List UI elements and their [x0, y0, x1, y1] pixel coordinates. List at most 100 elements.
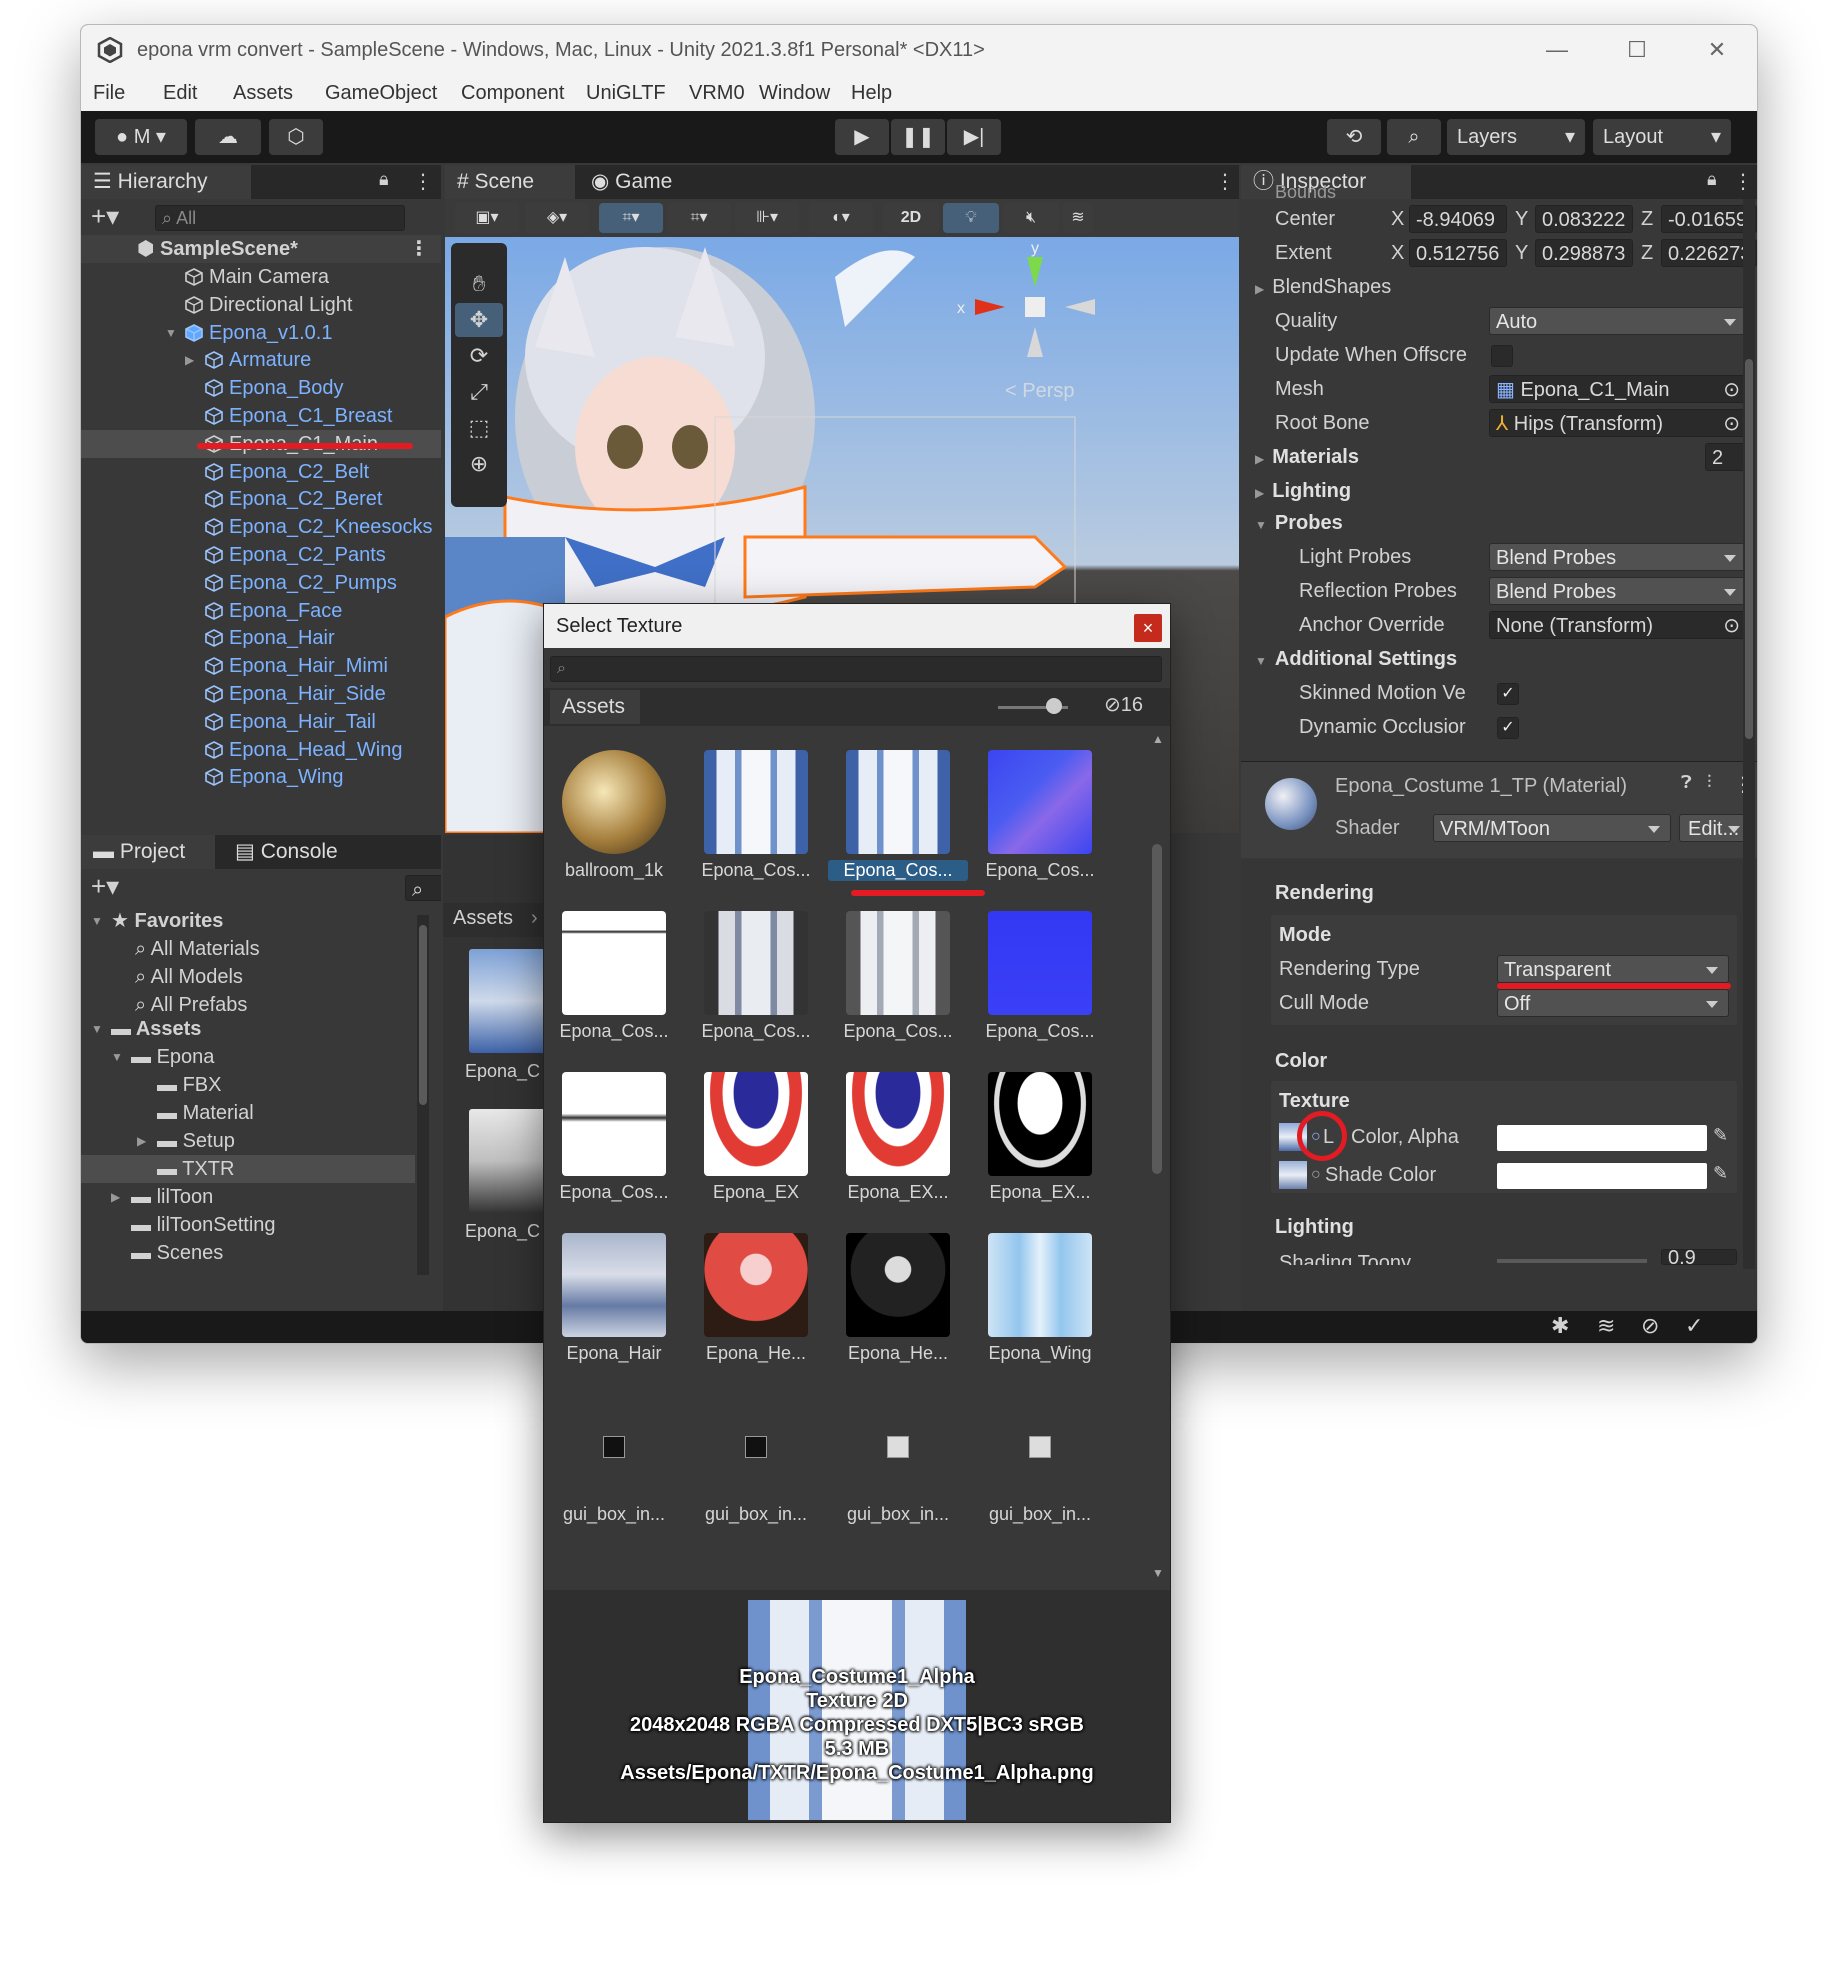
expand-down-icon[interactable]: ▼ — [111, 1043, 123, 1071]
more-icon[interactable]: ⋮ — [413, 169, 433, 194]
cache-icon[interactable]: ≋ — [1597, 1313, 1615, 1339]
maximize-button[interactable]: ☐ — [1597, 25, 1677, 75]
project-folder[interactable]: ▬ lilToonSetting — [81, 1211, 415, 1239]
probes-foldout[interactable]: Probes — [1255, 509, 1343, 537]
tab-game[interactable]: ◉ Game — [579, 165, 699, 199]
texture-thumbnail[interactable] — [562, 750, 666, 854]
favorite-item[interactable]: ⌕ All Models — [81, 963, 415, 991]
network-icon[interactable]: ⊘ — [1641, 1313, 1659, 1339]
reflection-probes-dropdown[interactable]: Blend Probes — [1489, 577, 1747, 605]
menu-edit[interactable]: Edit — [163, 75, 197, 111]
favorites-foldout[interactable]: ▼ ★ Favorites — [81, 907, 415, 935]
update-offscreen-checkbox[interactable] — [1491, 345, 1513, 367]
shader-edit-button[interactable]: Edit... — [1679, 814, 1751, 842]
scrollbar-thumb[interactable] — [419, 925, 427, 1105]
project-folder[interactable]: ▬ Material — [81, 1099, 415, 1127]
search-button[interactable]: ⌕ — [1387, 119, 1441, 155]
texture-label[interactable]: Epona_Wing — [970, 1343, 1110, 1364]
scene-root[interactable]: ⬢ SampleScene* ⋮ — [81, 235, 441, 263]
extent-y-field[interactable]: 0.298873 — [1535, 239, 1633, 267]
lit-color-swatch[interactable] — [1497, 1125, 1707, 1151]
lighting-foldout[interactable]: Lighting — [1255, 477, 1351, 505]
render-mode-button[interactable]: ◈▾ — [525, 203, 589, 233]
light-probes-dropdown[interactable]: Blend Probes — [1489, 543, 1747, 571]
expand-right-icon[interactable]: ▶ — [185, 346, 194, 374]
hidden-count[interactable]: ⊘16 — [1104, 692, 1143, 717]
root-bone-field[interactable]: ⅄ Hips (Transform) ⊙ — [1489, 409, 1747, 437]
texture-thumbnail[interactable] — [988, 1072, 1092, 1176]
hierarchy-item[interactable]: Epona_C1_Breast — [81, 402, 441, 430]
project-tree-scrollbar[interactable] — [417, 915, 429, 1275]
texture-search-input[interactable]: ⌕ — [550, 656, 1162, 682]
object-picker-icon[interactable]: ⊙ — [1723, 612, 1740, 638]
shade-texture-thumb[interactable] — [1279, 1161, 1307, 1189]
object-picker-icon[interactable]: ⊙ — [1723, 376, 1740, 402]
texture-thumbnail[interactable] — [846, 911, 950, 1015]
help-icon[interactable]: ❓︎ — [1681, 772, 1692, 793]
menu-component[interactable]: Component — [461, 75, 564, 111]
texture-thumbnail[interactable] — [846, 750, 950, 854]
hierarchy-search-input[interactable]: ⌕ All — [155, 205, 405, 231]
inspector-scrollbar[interactable] — [1743, 199, 1755, 1269]
hierarchy-item[interactable]: Epona_C2_Pumps — [81, 569, 441, 597]
history-button[interactable]: ⟲ — [1327, 119, 1381, 155]
texture-label[interactable]: Epona_EX... — [970, 1182, 1110, 1203]
expand-down-icon[interactable]: ▼ — [165, 319, 177, 347]
menu-unigltf[interactable]: UniGLTF — [586, 75, 666, 111]
shading-toony-field[interactable]: 0.9 — [1661, 1249, 1737, 1265]
scrollbar-thumb[interactable] — [1152, 844, 1162, 1174]
expand-down-icon[interactable]: ▼ — [91, 1015, 103, 1043]
extent-x-field[interactable]: 0.512756 — [1409, 239, 1507, 267]
texture-thumbnail[interactable] — [988, 911, 1092, 1015]
texture-label[interactable]: gui_box_in... — [828, 1504, 968, 1525]
texture-label[interactable]: Epona_Cos... — [686, 1021, 826, 1042]
texture-label[interactable]: gui_box_in... — [970, 1504, 1110, 1525]
texture-thumbnail[interactable] — [704, 750, 808, 854]
dialog-close-button[interactable]: × — [1134, 614, 1162, 642]
eyedropper-icon[interactable]: ✎ — [1713, 1163, 1728, 1184]
texture-label[interactable]: Epona_Cos... — [970, 1021, 1110, 1042]
texture-label[interactable]: Epona_Cos... — [828, 1021, 968, 1042]
scroll-down-icon[interactable]: ▼ — [1152, 1566, 1164, 1580]
texture-label[interactable]: ballroom_1k — [544, 860, 684, 881]
rendering-type-dropdown[interactable]: Transparent — [1497, 955, 1729, 983]
hierarchy-item[interactable]: Epona_Wing — [81, 763, 441, 791]
project-folder[interactable]: ▶ ▬ lilToon — [81, 1183, 415, 1211]
hierarchy-item[interactable]: Main Camera — [81, 263, 441, 291]
anchor-override-field[interactable]: None (Transform) ⊙ — [1489, 611, 1747, 639]
hand-tool-icon[interactable]: ✋︎ — [459, 267, 499, 301]
texture-label[interactable]: Epona_EX... — [828, 1182, 968, 1203]
layout-dropdown[interactable]: Layout ▾ — [1593, 119, 1731, 155]
center-x-field[interactable]: -8.94069 — [1409, 205, 1507, 233]
menu-help[interactable]: Help — [851, 75, 892, 111]
texture-grid-scrollbar[interactable]: ▲ ▼ — [1148, 732, 1166, 1582]
layers-dropdown[interactable]: Layers ▾ — [1447, 119, 1585, 155]
texture-thumbnail[interactable] — [846, 1233, 950, 1337]
pause-button[interactable]: ❚❚ — [891, 119, 945, 155]
hierarchy-item[interactable]: Epona_C2_Pants — [81, 541, 441, 569]
grid-snap-button[interactable]: ⌗▾ — [599, 203, 663, 233]
shade-color-swatch[interactable] — [1497, 1163, 1707, 1189]
scale-tool-icon[interactable]: ⤢ — [459, 375, 499, 409]
additional-settings-foldout[interactable]: Additional Settings — [1255, 645, 1457, 673]
rect-tool-icon[interactable]: ⬚ — [459, 411, 499, 445]
more-icon[interactable]: ⋮ — [1733, 169, 1753, 194]
play-button[interactable]: ▶ — [835, 119, 889, 155]
texture-thumbnail[interactable] — [704, 911, 808, 1015]
menu-assets[interactable]: Assets — [233, 75, 293, 111]
2d-toggle-button[interactable]: 2D — [883, 203, 939, 233]
texture-label[interactable]: gui_box_in... — [686, 1504, 826, 1525]
add-icon[interactable]: +▾ — [91, 203, 119, 229]
texture-label[interactable]: Epona_He... — [686, 1343, 826, 1364]
blendshapes-foldout[interactable]: BlendShapes — [1255, 273, 1391, 301]
texture-label[interactable]: Epona_Cos... — [686, 860, 826, 881]
texture-thumbnail[interactable] — [988, 1233, 1092, 1337]
project-folder[interactable]: ▼ ▬ Epona — [81, 1043, 415, 1071]
rotate-tool-icon[interactable]: ⟳ — [459, 339, 499, 373]
hierarchy-item[interactable]: Epona_Face — [81, 597, 441, 625]
project-folder[interactable]: ▬ Scenes — [81, 1239, 415, 1267]
menu-gameobject[interactable]: GameObject — [325, 75, 437, 111]
texture-label[interactable]: Epona_Hair — [544, 1343, 684, 1364]
add-icon[interactable]: +▾ — [91, 873, 119, 899]
step-button[interactable]: ▶| — [947, 119, 1001, 155]
